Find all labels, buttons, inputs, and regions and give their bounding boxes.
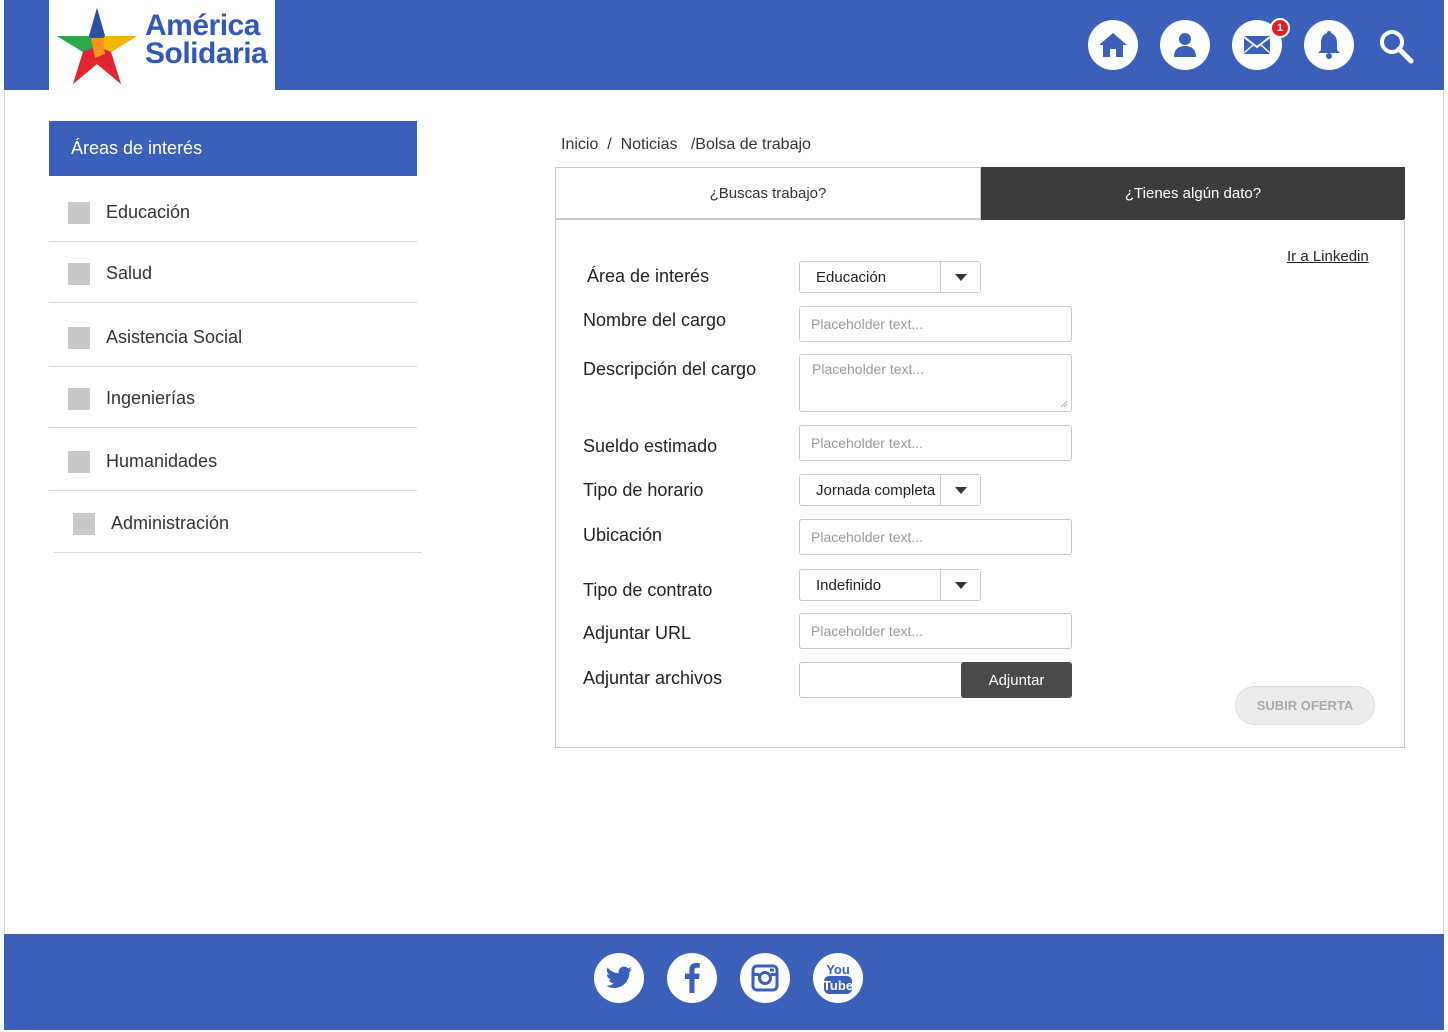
home-button[interactable] [1088, 20, 1138, 70]
sidebar-item-humanidades[interactable]: Humanidades [49, 428, 417, 491]
attach-button[interactable]: Adjuntar [961, 662, 1072, 698]
user-icon [1174, 33, 1196, 57]
logo[interactable]: América Solidaria [49, 0, 275, 90]
nav-icons: 1 [1088, 18, 1376, 70]
linkedin-link[interactable]: Ir a Linkedin [1287, 248, 1369, 265]
tab-tienes-algun-dato[interactable]: ¿Tienes algún dato? [981, 167, 1405, 220]
sidebar-title: Áreas de interés [49, 121, 417, 176]
checkbox[interactable] [68, 388, 90, 410]
logo-line-2: Solidaria [145, 37, 268, 70]
sidebar-item-administracion[interactable]: Administración [54, 491, 422, 553]
sidebar-item-asistencia-social[interactable]: Asistencia Social [49, 303, 417, 367]
home-icon [1099, 33, 1127, 57]
star-logo-icon [57, 8, 137, 84]
sidebar-item-label: Ingenierías [106, 388, 196, 408]
descripcion-label: Descripción del cargo [583, 359, 757, 379]
checkbox[interactable] [68, 263, 90, 285]
bell-icon [1318, 31, 1340, 59]
descripcion-placeholder: Placeholder text... [812, 361, 925, 377]
instagram-icon [751, 964, 779, 992]
profile-button[interactable] [1160, 20, 1210, 70]
logo-text: América Solidaria [145, 9, 268, 70]
social-links: You Tube [594, 953, 886, 1003]
sidebar-item-ingenierias[interactable]: Ingenierías [49, 367, 417, 428]
chevron-down-icon [940, 262, 980, 292]
sidebar-item-label: Salud [106, 263, 153, 283]
facebook-icon [685, 963, 700, 993]
horario-label: Tipo de horario [583, 480, 704, 500]
notification-badge: 1 [1270, 18, 1290, 38]
youtube-top-text: You [826, 962, 850, 977]
youtube-link[interactable]: You Tube [813, 953, 863, 1003]
youtube-icon: You Tube [823, 962, 853, 994]
search-icon[interactable] [1378, 28, 1414, 64]
sidebar-item-label: Administración [111, 513, 230, 533]
ubicacion-label: Ubicación [583, 525, 663, 545]
mail-icon [1243, 36, 1271, 54]
instagram-link[interactable] [740, 953, 790, 1003]
top-header: América Solidaria 1 [4, 0, 1444, 90]
breadcrumb-separator: / [598, 136, 621, 153]
checkbox[interactable] [73, 513, 95, 535]
horario-select-value: Jornada completa [816, 482, 936, 499]
checkbox[interactable] [68, 327, 90, 349]
facebook-link[interactable] [667, 953, 717, 1003]
cargo-input[interactable]: Placeholder text... [799, 306, 1072, 342]
contrato-select[interactable]: Indefinido [799, 569, 981, 601]
tab-buscas-trabajo[interactable]: ¿Buscas trabajo? [555, 167, 981, 220]
contrato-label: Tipo de contrato [583, 580, 713, 600]
ubicacion-input[interactable]: Placeholder text... [799, 519, 1072, 555]
sidebar-item-salud[interactable]: Salud [49, 242, 417, 303]
area-select[interactable]: Educación [799, 261, 981, 293]
breadcrumb-news[interactable]: Noticias [621, 136, 678, 154]
sidebar-list: Educación Salud Asistencia Social Ingeni… [49, 176, 422, 553]
submit-offer-button[interactable]: SUBIR OFERTA [1235, 686, 1375, 725]
messages-button[interactable]: 1 [1232, 18, 1290, 70]
chevron-down-icon [940, 570, 980, 600]
twitter-link[interactable] [594, 953, 644, 1003]
descripcion-textarea[interactable]: Placeholder text... [799, 354, 1072, 412]
notifications-button[interactable] [1304, 20, 1354, 70]
sidebar-item-educacion[interactable]: Educación [49, 176, 417, 242]
sueldo-label: Sueldo estimado [583, 436, 718, 456]
footer: You Tube [4, 934, 1444, 1030]
sidebar-item-label: Asistencia Social [106, 327, 243, 347]
url-label: Adjuntar URL [583, 623, 692, 643]
breadcrumb-current: /Bolsa de trabajo [677, 136, 811, 153]
breadcrumb: Inicio / Noticias /Bolsa de trabajo [561, 136, 811, 154]
checkbox[interactable] [68, 202, 90, 224]
checkbox[interactable] [68, 451, 90, 473]
tab-bar: ¿Buscas trabajo? ¿Tienes algún dato? [555, 167, 1405, 220]
sueldo-input[interactable]: Placeholder text... [799, 425, 1072, 461]
sidebar-item-label: Educación [106, 202, 191, 222]
chevron-down-icon [940, 475, 980, 505]
sidebar-item-label: Humanidades [106, 451, 218, 471]
horario-select[interactable]: Jornada completa [799, 474, 981, 506]
breadcrumb-home[interactable]: Inicio [561, 136, 598, 154]
archivos-label: Adjuntar archivos [583, 668, 723, 688]
url-input[interactable]: Placeholder text... [799, 613, 1072, 649]
area-label: Área de interés [587, 266, 710, 286]
file-path-field[interactable] [799, 662, 969, 698]
area-select-value: Educación [816, 269, 887, 286]
twitter-icon [606, 966, 632, 988]
cargo-label: Nombre del cargo [583, 310, 727, 330]
resize-handle-icon[interactable] [1060, 400, 1068, 408]
youtube-bottom-text: Tube [823, 978, 853, 993]
contrato-select-value: Indefinido [816, 577, 882, 594]
logo-line-1: América [145, 9, 260, 42]
